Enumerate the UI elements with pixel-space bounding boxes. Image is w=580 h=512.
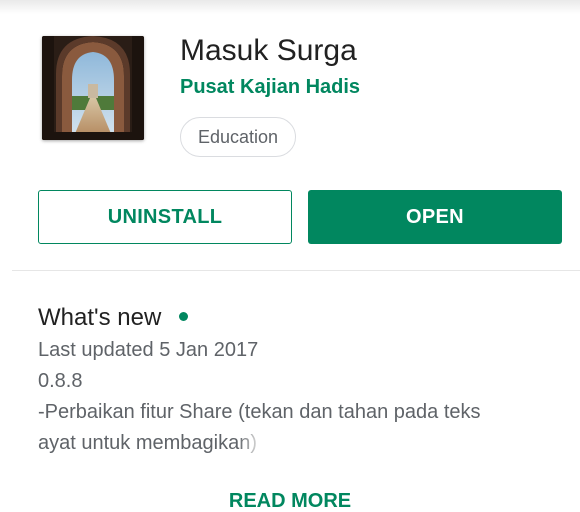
release-notes-line-2-faded: an) — [228, 432, 258, 454]
app-details-page: Masuk Surga Pusat Kajian Hadis Education… — [0, 0, 580, 512]
category-chip[interactable]: Education — [180, 117, 296, 157]
uninstall-button[interactable]: UNINSTALL — [38, 190, 292, 244]
app-icon — [42, 36, 144, 140]
whats-new-header: What's new — [38, 304, 189, 332]
version-text: 0.8.8 — [38, 370, 83, 392]
section-divider — [12, 270, 580, 271]
release-notes-line-2: ayat untuk membagikan) — [38, 432, 257, 455]
new-dot-icon — [179, 311, 189, 321]
developer-link[interactable]: Pusat Kajian Hadis — [180, 76, 360, 99]
whats-new-title: What's new — [38, 304, 162, 331]
toolbar-shadow — [0, 0, 580, 14]
release-notes-line-1: -Perbaikan fitur Share (tekan dan tahan … — [38, 401, 481, 423]
release-notes-line-2-visible: ayat untuk membagik — [38, 432, 229, 454]
app-title: Masuk Surga — [180, 34, 357, 67]
open-button[interactable]: OPEN — [308, 190, 562, 244]
last-updated-text: Last updated 5 Jan 2017 — [38, 339, 259, 361]
read-more-button[interactable]: READ MORE — [0, 490, 580, 512]
